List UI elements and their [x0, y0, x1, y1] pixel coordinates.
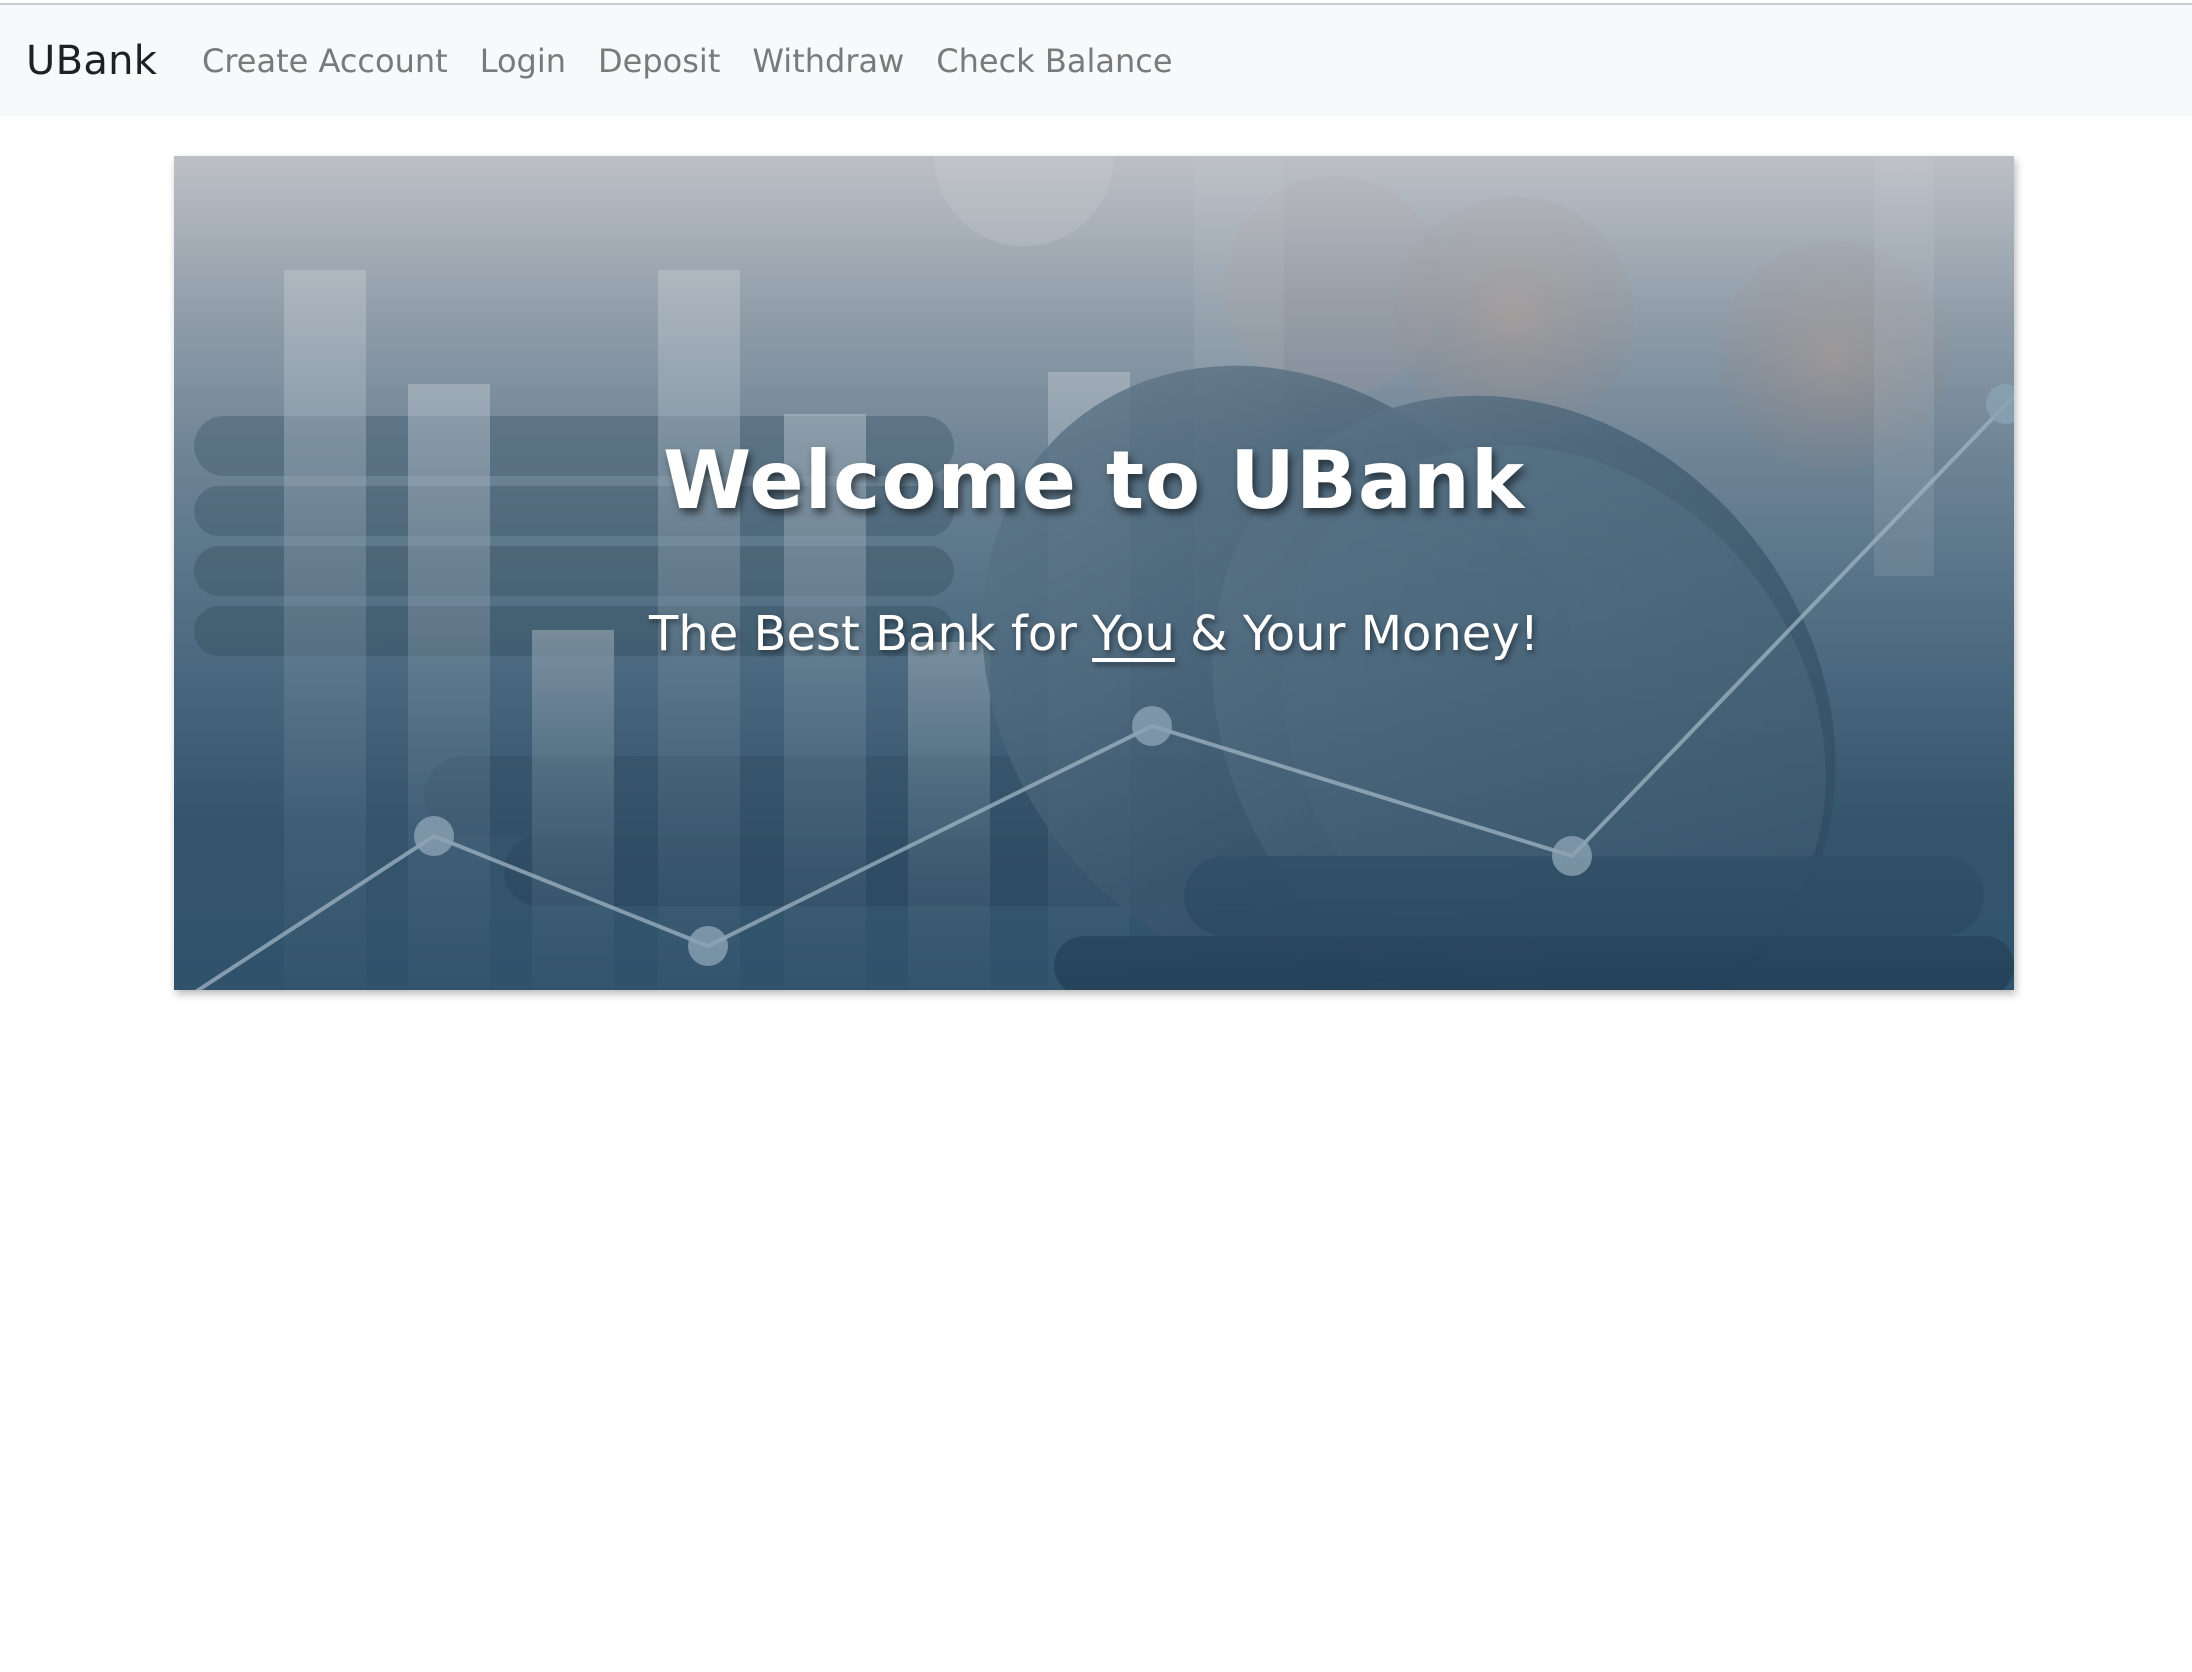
hero-banner: Welcome to UBank The Best Bank for You &…	[174, 156, 2014, 990]
coins-and-chart-background-image	[174, 156, 2014, 990]
hero-subtitle-start: The Best Bank for	[649, 606, 1093, 662]
nav-link-check-balance[interactable]: Check Balance	[936, 42, 1172, 80]
nav-links: Create Account Login Deposit Withdraw Ch…	[202, 42, 1205, 80]
top-navbar: UBank Create Account Login Deposit Withd…	[0, 3, 2192, 116]
nav-link-deposit[interactable]: Deposit	[598, 42, 720, 80]
hero-subtitle-emphasis: You	[1092, 606, 1175, 662]
hero-title: Welcome to UBank	[662, 434, 1526, 527]
nav-link-withdraw[interactable]: Withdraw	[752, 42, 904, 80]
hero-subtitle-end: & Your Money!	[1174, 606, 1539, 662]
brand-logo[interactable]: UBank	[26, 38, 157, 84]
nav-link-create-account[interactable]: Create Account	[202, 42, 448, 80]
nav-link-login[interactable]: Login	[480, 42, 566, 80]
hero-subtitle: The Best Bank for You & Your Money!	[174, 606, 2014, 662]
